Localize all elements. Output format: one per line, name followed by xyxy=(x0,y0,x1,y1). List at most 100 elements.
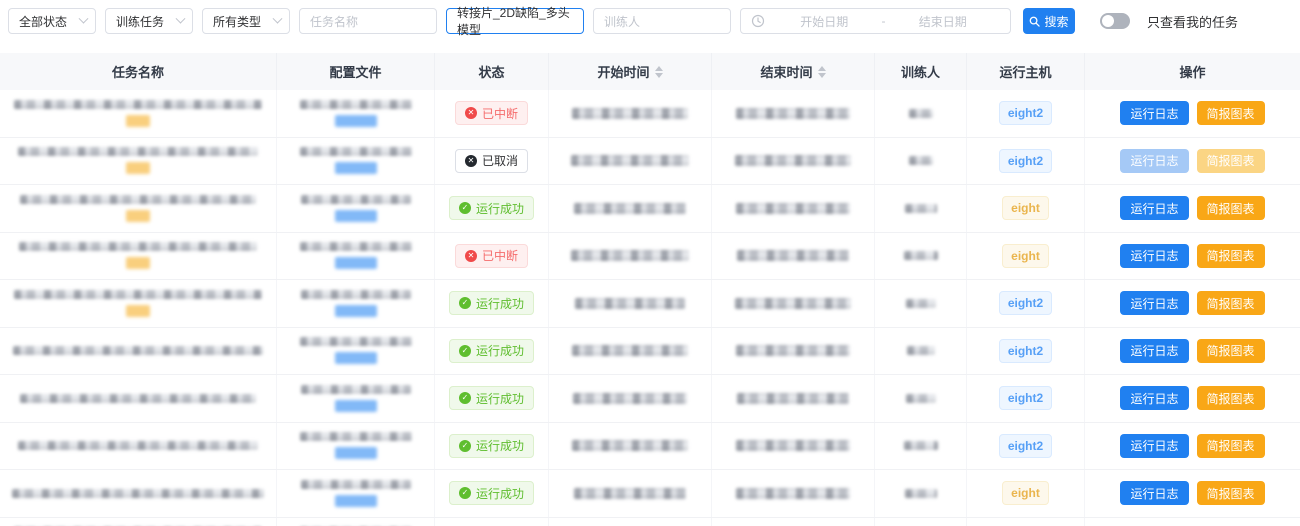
col-header-actions: 操作 xyxy=(1085,53,1300,90)
date-range-picker[interactable]: 开始日期 - 结束日期 xyxy=(740,8,1011,34)
redacted-config-link[interactable] xyxy=(335,115,377,127)
status-icon: ✕ xyxy=(465,107,477,119)
report-chart-button[interactable]: 简报图表 xyxy=(1197,149,1265,173)
trainer-cell xyxy=(875,233,967,280)
start-time-cell xyxy=(549,138,712,185)
report-chart-button[interactable]: 简报图表 xyxy=(1197,291,1265,315)
trainer-cell xyxy=(875,138,967,185)
report-chart-button[interactable]: 简报图表 xyxy=(1197,244,1265,268)
trainer-cell xyxy=(875,518,967,526)
run-log-button[interactable]: 运行日志 xyxy=(1120,196,1188,220)
run-log-button[interactable]: 运行日志 xyxy=(1120,244,1188,268)
table-row: ✓ 运行成功 eight2 运行日志 简报图表 xyxy=(0,375,1300,423)
report-chart-button[interactable]: 简报图表 xyxy=(1197,386,1265,410)
task-name-input[interactable]: 任务名称 xyxy=(299,8,437,34)
host-cell: eight2 xyxy=(967,375,1085,422)
redacted-config-file xyxy=(301,385,411,394)
report-chart-button[interactable]: 简报图表 xyxy=(1197,339,1265,363)
redacted-config-link[interactable] xyxy=(335,400,377,412)
redacted-task-tag xyxy=(126,257,150,269)
status-label: 运行成功 xyxy=(476,390,524,407)
chevron-down-icon xyxy=(273,13,283,23)
status-icon: ✓ xyxy=(459,440,471,452)
host-badge: eight2 xyxy=(999,101,1052,125)
redacted-task-name xyxy=(20,394,256,403)
redacted-end-time xyxy=(737,250,849,261)
redacted-config-file xyxy=(300,337,412,346)
redacted-trainer xyxy=(905,204,937,213)
trainer-cell xyxy=(875,90,967,137)
category-filter-value: 所有类型 xyxy=(213,13,261,30)
status-label: 运行成功 xyxy=(476,485,524,502)
run-log-button[interactable]: 运行日志 xyxy=(1120,481,1188,505)
config-file-cell xyxy=(277,90,435,137)
toggle-knob xyxy=(1102,15,1114,27)
redacted-config-link[interactable] xyxy=(335,162,377,174)
run-log-button[interactable]: 运行日志 xyxy=(1120,101,1188,125)
redacted-config-link[interactable] xyxy=(335,210,377,222)
status-cell: ✓ 运行成功 xyxy=(435,328,549,375)
redacted-end-time xyxy=(736,488,850,499)
redacted-config-link[interactable] xyxy=(335,447,377,459)
table-row: ✕ 已取消 eight2 运行日志 简报图表 xyxy=(0,138,1300,186)
redacted-config-file xyxy=(301,195,411,204)
end-time-cell xyxy=(712,185,875,232)
redacted-config-link[interactable] xyxy=(335,495,377,507)
run-log-button[interactable]: 运行日志 xyxy=(1120,434,1188,458)
status-label: 运行成功 xyxy=(476,437,524,454)
model-search-input[interactable]: 转接片_2D缺陷_多头模型 xyxy=(446,8,584,34)
run-log-button[interactable]: 运行日志 xyxy=(1120,339,1188,363)
table-row: ✓ 运行成功 eight 运行日志 简报图表 xyxy=(0,518,1300,526)
task-name-cell xyxy=(0,470,277,517)
task-name-cell xyxy=(0,423,277,470)
table-row: ✓ 运行成功 eight2 运行日志 简报图表 xyxy=(0,280,1300,328)
run-log-button[interactable]: 运行日志 xyxy=(1120,291,1188,315)
trainer-input[interactable]: 训练人 xyxy=(593,8,731,34)
table-row: ✕ 已中断 eight2 运行日志 简报图表 xyxy=(0,90,1300,138)
trainer-cell xyxy=(875,328,967,375)
report-chart-button[interactable]: 简报图表 xyxy=(1197,196,1265,220)
report-chart-button[interactable]: 简报图表 xyxy=(1197,101,1265,125)
task-type-filter-select[interactable]: 训练任务 xyxy=(105,8,193,34)
status-cell: ✓ 运行成功 xyxy=(435,280,549,327)
redacted-start-time xyxy=(572,440,688,451)
run-log-button[interactable]: 运行日志 xyxy=(1120,386,1188,410)
report-chart-button[interactable]: 简报图表 xyxy=(1197,434,1265,458)
status-cell: ✓ 运行成功 xyxy=(435,470,549,517)
status-filter-select[interactable]: 全部状态 xyxy=(8,8,96,34)
redacted-config-link[interactable] xyxy=(335,257,377,269)
redacted-task-name xyxy=(14,290,262,299)
redacted-task-tag xyxy=(126,115,150,127)
host-cell: eight2 xyxy=(967,138,1085,185)
actions-cell: 运行日志 简报图表 xyxy=(1085,423,1300,470)
status-badge: ✓ 运行成功 xyxy=(449,339,534,363)
status-label: 运行成功 xyxy=(476,200,524,217)
status-label: 已取消 xyxy=(482,152,518,169)
status-icon: ✓ xyxy=(459,345,471,357)
end-time-sort-icon[interactable] xyxy=(818,66,826,78)
search-button[interactable]: 搜索 xyxy=(1023,8,1075,34)
host-cell: eight xyxy=(967,470,1085,517)
filter-bar: 全部状态 训练任务 所有类型 任务名称 转接片_2D缺陷_多头模型 训练人 开始… xyxy=(0,0,1300,34)
task-name-cell xyxy=(0,138,277,185)
col-header-start-time: 开始时间 xyxy=(549,53,712,90)
start-time-sort-icon[interactable] xyxy=(655,66,663,78)
redacted-trainer xyxy=(906,299,936,308)
run-log-button[interactable]: 运行日志 xyxy=(1120,149,1188,173)
report-chart-button[interactable]: 简报图表 xyxy=(1197,481,1265,505)
table-header: 任务名称 配置文件 状态 开始时间 结束时间 训练人 运行主机 操作 xyxy=(0,53,1300,90)
redacted-config-link[interactable] xyxy=(335,305,377,317)
redacted-start-time xyxy=(573,393,687,404)
host-badge: eight2 xyxy=(999,291,1052,315)
status-badge: ✕ 已中断 xyxy=(455,244,528,268)
host-cell: eight2 xyxy=(967,280,1085,327)
status-cell: ✓ 运行成功 xyxy=(435,185,549,232)
redacted-trainer xyxy=(904,251,938,260)
category-filter-select[interactable]: 所有类型 xyxy=(202,8,290,34)
chevron-down-icon xyxy=(176,13,186,23)
my-tasks-toggle[interactable] xyxy=(1100,13,1130,29)
redacted-config-file xyxy=(301,480,411,489)
redacted-task-name xyxy=(13,346,263,355)
col-header-trainer: 训练人 xyxy=(875,53,967,90)
redacted-config-link[interactable] xyxy=(335,352,377,364)
